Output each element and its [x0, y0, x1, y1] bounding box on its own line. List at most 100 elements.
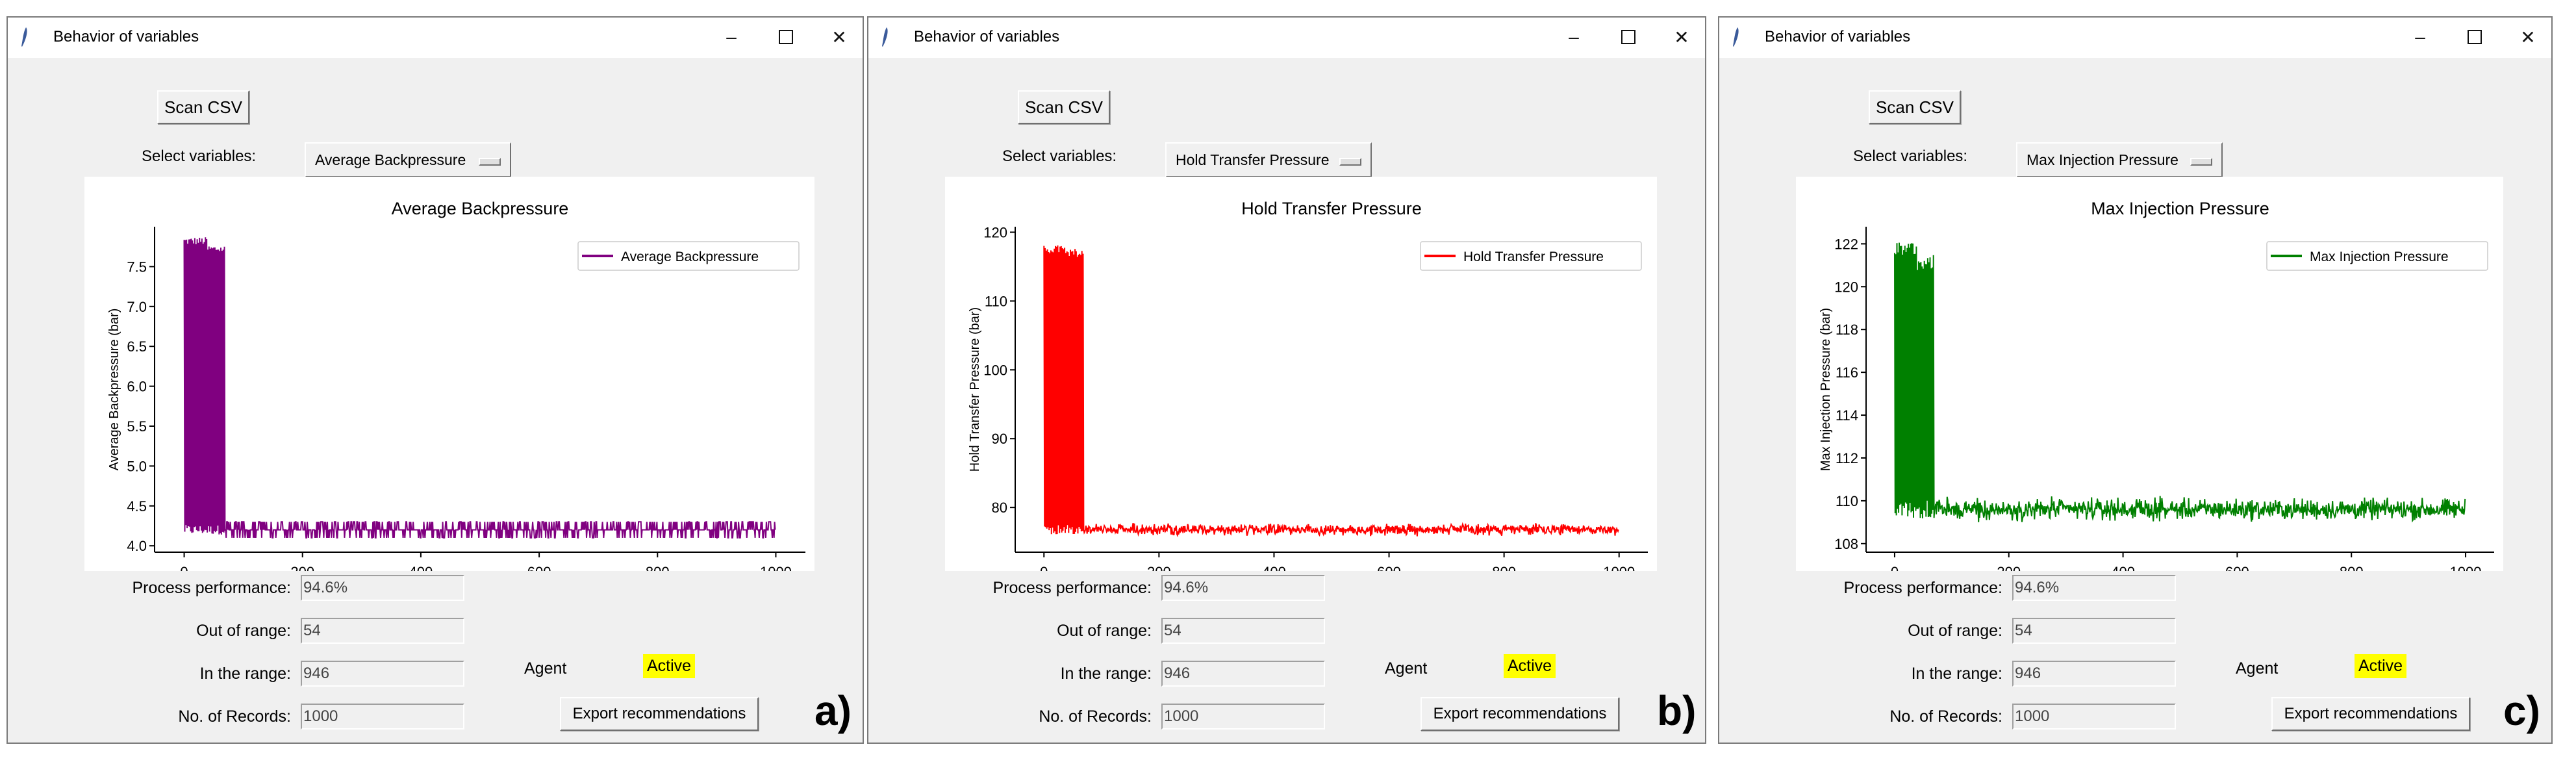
y-tick-label: 4.5	[127, 498, 147, 514]
app-window: Behavior of variables – ✕ Scan CSV Selec…	[867, 16, 1706, 744]
x-tick-label: 0	[1891, 564, 1899, 571]
y-tick-label: 6.5	[127, 338, 147, 355]
maximize-icon[interactable]	[1609, 23, 1648, 51]
select-variables-label: Select variables:	[1853, 147, 1968, 165]
field-label: Process performance:	[992, 579, 1152, 597]
close-icon[interactable]: ✕	[2508, 23, 2547, 51]
x-tick-label: 800	[2340, 564, 2364, 571]
line-chart: Average Backpressure 0 200 400 600 800 1000 4.0…	[107, 199, 805, 580]
field-label: In the range:	[1060, 665, 1152, 683]
panel-letter: c)	[2503, 687, 2540, 734]
field-value-entry[interactable]: 946	[301, 661, 464, 687]
minimize-icon[interactable]: –	[712, 23, 751, 51]
line-chart: Max Injection Pressure 0 200 400 600 800 1000 1…	[1819, 199, 2494, 580]
field-value-entry[interactable]: 54	[2012, 618, 2176, 644]
x-tick-label: 1000	[2450, 564, 2482, 571]
variable-dropdown-value: Hold Transfer Pressure	[1176, 151, 1330, 168]
panel-letter: a)	[814, 687, 852, 734]
y-tick-label: 114	[1836, 407, 1858, 424]
y-tick-label: 5.5	[127, 418, 147, 435]
dropdown-indicator-icon	[479, 158, 501, 166]
y-tick-label: 6.0	[127, 379, 147, 395]
x-tick-label: 200	[1997, 564, 2021, 571]
series-line	[1894, 242, 2466, 523]
agent-label: Agent	[1385, 659, 1428, 678]
title-bar[interactable]: Behavior of variables – ✕	[1719, 18, 2551, 58]
window-title: Behavior of variables	[53, 28, 199, 45]
x-tick-label: 400	[2111, 564, 2135, 571]
field-label: Process performance:	[1843, 579, 2002, 597]
dropdown-indicator-icon	[2190, 158, 2212, 166]
y-tick-label: 122	[1834, 236, 1858, 252]
legend-label: Max Injection Pressure	[2310, 249, 2449, 264]
field-value-entry[interactable]: 1000	[1161, 704, 1325, 730]
y-tick-label: 80	[992, 500, 1007, 516]
legend-label: Hold Transfer Pressure	[1463, 249, 1604, 264]
chart-title: Max Injection Pressure	[2091, 199, 2269, 218]
field-value-entry[interactable]: 1000	[2012, 704, 2176, 730]
feather-icon	[1733, 27, 1739, 47]
variable-dropdown-value: Average Backpressure	[315, 151, 466, 168]
x-tick-label: 0	[1040, 564, 1048, 571]
minimize-icon[interactable]: –	[2401, 23, 2440, 51]
close-icon[interactable]: ✕	[820, 23, 859, 51]
chart-title: Average Backpressure	[392, 199, 569, 218]
variable-dropdown[interactable]: Max Injection Pressure	[2016, 142, 2223, 177]
select-variables-label: Select variables:	[142, 147, 257, 165]
y-tick-label: 118	[1836, 322, 1858, 338]
field-label: Out of range:	[196, 622, 291, 640]
panel-letter: b)	[1657, 687, 1697, 734]
scan-csv-button[interactable]: Scan CSV	[1018, 90, 1110, 124]
line-chart: Hold Transfer Pressure 0 200 400 600 800 1000 8…	[968, 199, 1648, 580]
export-recommendations-button[interactable]: Export recommendations	[1421, 697, 1619, 731]
maximize-icon[interactable]	[2455, 23, 2494, 51]
minimize-icon[interactable]: –	[1554, 23, 1593, 51]
title-bar[interactable]: Behavior of variables – ✕	[868, 18, 1705, 58]
field-value-entry[interactable]: 54	[301, 618, 464, 644]
chart-title: Hold Transfer Pressure	[1241, 199, 1422, 218]
y-tick-label: 120	[1834, 279, 1858, 295]
close-icon[interactable]: ✕	[1662, 23, 1701, 51]
x-tick-label: 0	[180, 564, 188, 571]
y-tick-label: 7.0	[127, 299, 147, 315]
x-tick-label: 800	[646, 564, 670, 571]
field-value-entry[interactable]: 94.6%	[2012, 575, 2176, 601]
y-tick-label: 100	[983, 362, 1007, 378]
export-recommendations-button[interactable]: Export recommendations	[560, 697, 759, 731]
window-title: Behavior of variables	[1765, 28, 1911, 45]
window-title: Behavior of variables	[914, 28, 1060, 45]
field-value-entry[interactable]: 946	[2012, 661, 2176, 687]
scan-csv-button[interactable]: Scan CSV	[157, 90, 249, 124]
field-value-entry[interactable]: 1000	[301, 704, 464, 730]
scan-csv-button[interactable]: Scan CSV	[1869, 90, 1961, 124]
agent-status-badge: Active	[1504, 654, 1556, 678]
x-tick-label: 600	[527, 564, 551, 571]
x-tick-label: 400	[1262, 564, 1286, 571]
x-tick-label: 600	[1377, 564, 1401, 571]
x-tick-label: 1000	[760, 564, 792, 571]
app-window: Behavior of variables – ✕ Scan CSV Selec…	[6, 16, 864, 744]
variable-dropdown[interactable]: Hold Transfer Pressure	[1165, 142, 1372, 177]
field-label: In the range:	[1911, 665, 2002, 683]
agent-status-badge: Active	[2355, 654, 2407, 678]
y-tick-label: 120	[983, 224, 1007, 240]
field-value-entry[interactable]: 946	[1161, 661, 1325, 687]
y-tick-label: 5.0	[127, 458, 147, 474]
maximize-icon[interactable]	[766, 23, 805, 51]
x-tick-label: 400	[409, 564, 433, 571]
field-value-entry[interactable]: 54	[1161, 618, 1325, 644]
chart-panel: Max Injection Pressure 0 200 400 600 800 1000 1…	[1796, 177, 2503, 580]
field-value-entry[interactable]: 94.6%	[1161, 575, 1325, 601]
y-axis-label: Hold Transfer Pressure (bar)	[968, 307, 982, 472]
variable-dropdown[interactable]: Average Backpressure	[305, 142, 511, 177]
y-tick-label: 108	[1834, 536, 1858, 552]
y-tick-label: 116	[1836, 364, 1858, 381]
title-bar[interactable]: Behavior of variables – ✕	[8, 18, 863, 58]
y-axis-label: Max Injection Pressure (bar)	[1819, 308, 1833, 471]
field-label: Out of range:	[1057, 622, 1152, 640]
series-line	[183, 237, 776, 539]
export-recommendations-button[interactable]: Export recommendations	[2271, 697, 2470, 731]
y-tick-label: 4.0	[127, 538, 147, 554]
field-label: No. of Records:	[1039, 707, 1152, 726]
field-value-entry[interactable]: 94.6%	[301, 575, 464, 601]
